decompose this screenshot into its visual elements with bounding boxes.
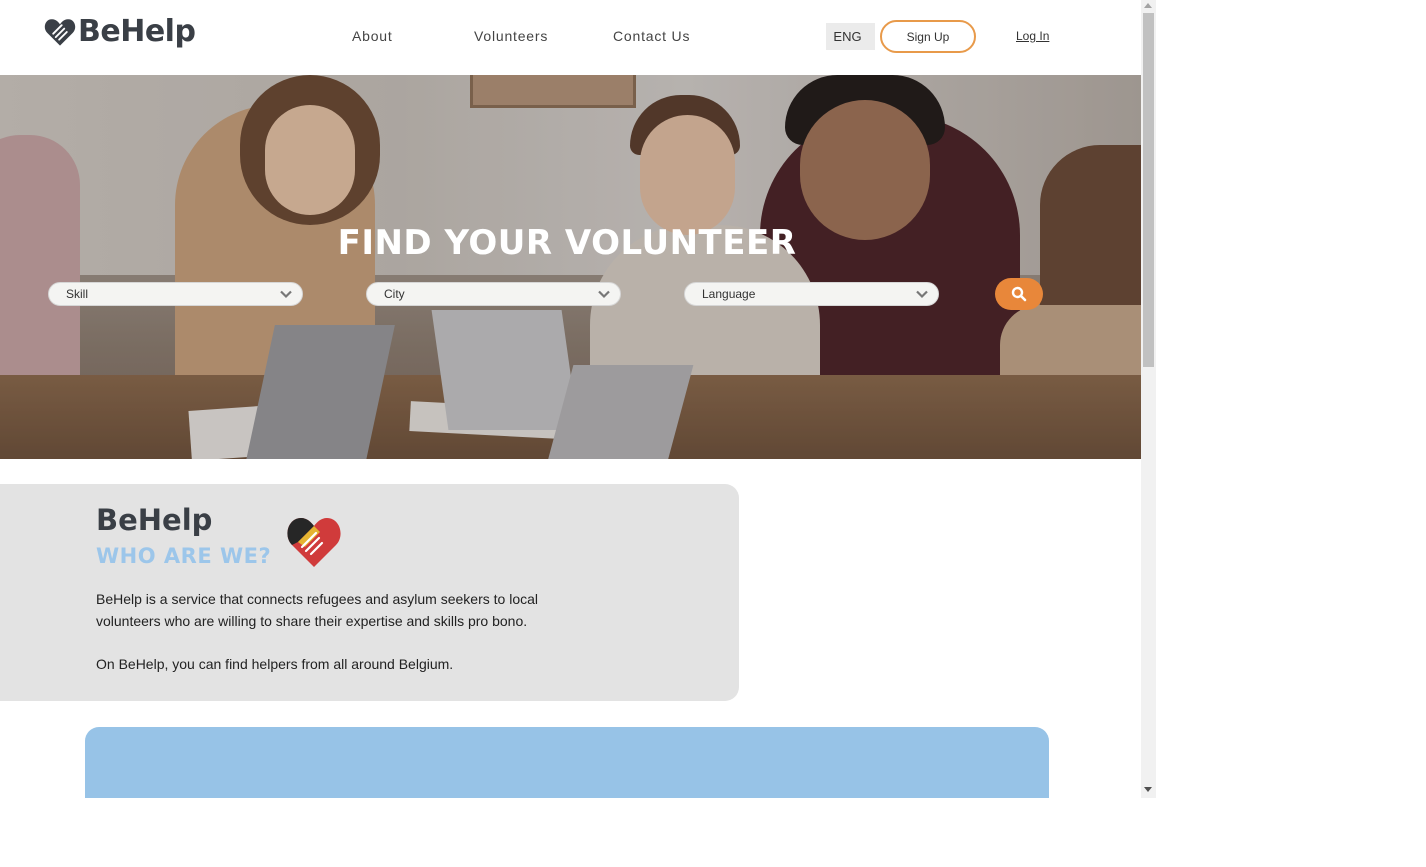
hero-title: FIND YOUR VOLUNTEER [337,223,797,263]
about-paragraph-2: On BeHelp, you can find helpers from all… [96,656,454,672]
brand-logo[interactable]: BeHelp [43,14,196,49]
skill-select-value: Skill [66,287,89,301]
language-select-value: Language [702,287,756,301]
scroll-down-arrow-icon[interactable] [1144,787,1152,792]
vertical-scrollbar[interactable] [1141,0,1156,798]
log-in-link[interactable]: Log In [1016,29,1049,43]
site-header: BeHelp About Volunteers Contact Us ENG S… [0,0,1141,75]
chevron-down-icon [598,290,610,299]
hero-banner: FIND YOUR VOLUNTEER Skill City Language [0,75,1141,459]
nav-contact-us[interactable]: Contact Us [613,28,690,44]
search-button[interactable] [995,278,1043,310]
nav-volunteers[interactable]: Volunteers [474,28,548,44]
search-icon [1011,286,1027,302]
scrollbar-thumb[interactable] [1143,13,1154,367]
language-selector[interactable]: ENG [826,23,875,50]
chevron-down-icon [916,290,928,299]
about-subtitle: WHO ARE WE? [96,544,272,568]
chevron-down-icon [280,290,292,299]
city-select[interactable]: City [366,282,621,306]
page-viewport: BeHelp About Volunteers Contact Us ENG S… [0,0,1141,798]
language-select[interactable]: Language [684,282,939,306]
about-paragraph-line-2: volunteers who are willing to share thei… [96,613,528,629]
scroll-up-arrow-icon[interactable] [1144,3,1152,8]
about-paragraph-line-1: BeHelp is a service that connects refuge… [96,591,539,607]
city-select-value: City [384,287,405,301]
about-title: BeHelp [96,503,213,537]
sign-up-button[interactable]: Sign Up [880,20,976,53]
brand-name: BeHelp [78,14,196,49]
skill-select[interactable]: Skill [48,282,303,306]
belgian-heart-hands-icon [287,518,341,567]
nav-about[interactable]: About [352,28,393,44]
heart-hands-icon [44,18,76,46]
next-section-block [85,727,1049,798]
